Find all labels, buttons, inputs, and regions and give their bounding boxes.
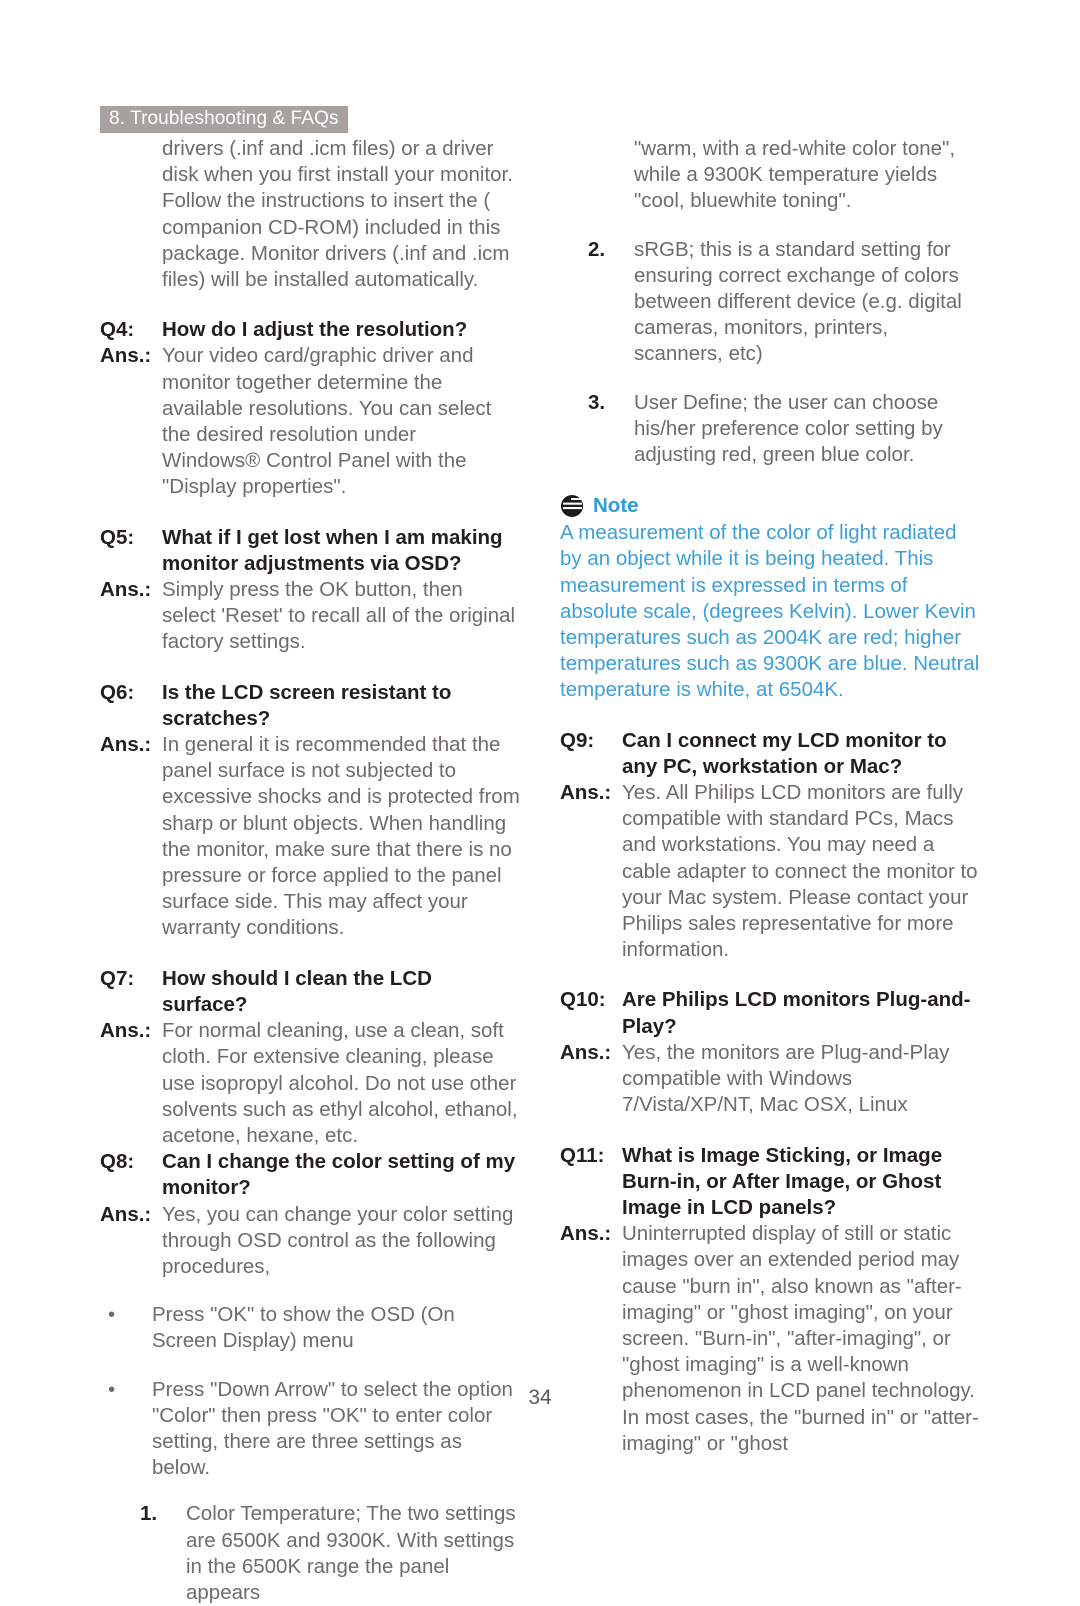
numbered-item-text: Color Temperature; The two settings are …: [186, 1502, 516, 1604]
note-icon: [560, 494, 584, 518]
faq-answer-row: Ans.: For normal cleaning, use a clean, …: [100, 1018, 520, 1149]
faq-question-row: Q9: Can I connect my LCD monitor to any …: [560, 728, 980, 780]
faq-question-row: Q5: What if I get lost when I am making …: [100, 525, 520, 577]
answer-text: Yes, the monitors are Plug-and-Play comp…: [622, 1040, 950, 1117]
faq-question-row: Q8: Can I change the color setting of my…: [100, 1149, 520, 1201]
question-label: Q7:: [100, 966, 135, 990]
intro-continuation-paragraph: drivers (.inf and .icm files) or a drive…: [162, 137, 513, 292]
number-marker: 1.: [140, 1502, 158, 1526]
answer-text: Yes, you can change your color setting t…: [162, 1202, 514, 1278]
note-title: Note: [593, 494, 639, 518]
question-label: Q9:: [560, 728, 595, 752]
question-text: Can I connect my LCD monitor to any PC, …: [622, 728, 947, 778]
numbered-list-item: 1. Color Temperature; The two settings a…: [140, 1501, 520, 1606]
answer-label: Ans.:: [100, 344, 152, 368]
faq-answer-row: Ans.: Simply press the OK button, then s…: [100, 577, 520, 656]
answer-label: Ans.:: [100, 733, 152, 757]
answer-label: Ans.:: [100, 1202, 152, 1226]
faq-answer-row: Ans.: Yes, the monitors are Plug-and-Pla…: [560, 1040, 980, 1119]
document-page: 8. Troubleshooting & FAQs drivers (.inf …: [0, 0, 1080, 1604]
question-text: Are Philips LCD monitors Plug-and-Play?: [622, 988, 971, 1038]
section-header-banner: 8. Troubleshooting & FAQs: [100, 106, 348, 133]
faq-answer-row: Ans.: Uninterrupted display of still or …: [560, 1221, 980, 1457]
question-text: How should I clean the LCD surface?: [162, 966, 432, 1016]
answer-label: Ans.:: [100, 1019, 152, 1043]
faq-question-row: Q7: How should I clean the LCD surface?: [100, 966, 520, 1018]
answer-label: Ans.:: [560, 1222, 612, 1246]
question-label: Q5:: [100, 525, 135, 549]
faq-question-row: Q10: Are Philips LCD monitors Plug-and-P…: [560, 987, 980, 1039]
question-text: How do I adjust the resolution?: [162, 318, 468, 342]
answer-label: Ans.:: [560, 781, 612, 805]
faq-question-row: Q11: What is Image Sticking, or Image Bu…: [560, 1143, 980, 1222]
note-callout: Note A measurement of the color of light…: [560, 494, 980, 703]
number-marker: 3.: [588, 390, 606, 414]
question-text: Can I change the color setting of my mon…: [162, 1150, 516, 1200]
answer-text: For normal cleaning, use a clean, soft c…: [162, 1019, 518, 1147]
question-text: Is the LCD screen resistant to scratches…: [162, 680, 452, 730]
faq-answer-row: Ans.: Your video card/graphic driver and…: [100, 343, 520, 500]
answer-text: Simply press the OK button, then select …: [162, 578, 516, 654]
answer-label: Ans.:: [100, 578, 152, 602]
question-label: Q6:: [100, 680, 135, 704]
page-number: 34: [528, 1386, 552, 1409]
faq-question-row: Q6: Is the LCD screen resistant to scrat…: [100, 680, 520, 732]
faq-answer-row: Ans.: In general it is recommended that …: [100, 732, 520, 942]
right-column: "warm, with a red-white color tone", whi…: [560, 136, 980, 1457]
answer-text: Uninterrupted display of still or static…: [622, 1222, 979, 1455]
question-label: Q4:: [100, 318, 135, 342]
question-text: What if I get lost when I am making moni…: [162, 525, 503, 575]
numbered-list-item: 2. sRGB; this is a standard setting for …: [588, 237, 980, 368]
answer-text: Yes. All Philips LCD monitors are fully …: [622, 781, 978, 962]
list-item: • Press "OK" to show the OSD (On Screen …: [100, 1302, 520, 1354]
answer-text: Your video card/graphic driver and monit…: [162, 344, 492, 499]
numbered-item-text: User Define; the user can choose his/her…: [634, 390, 943, 467]
faq-answer-row: Ans.: Yes, you can change your color set…: [100, 1202, 520, 1281]
numbered-list-item: 3. User Define; the user can choose his/…: [588, 390, 980, 469]
question-label: Q8:: [100, 1150, 135, 1174]
item-one-continuation-paragraph: "warm, with a red-white color tone", whi…: [634, 137, 956, 213]
numbered-item-text: sRGB; this is a standard setting for ens…: [634, 237, 962, 366]
faq-answer-row: Ans.: Yes. All Philips LCD monitors are …: [560, 780, 980, 963]
question-text: What is Image Sticking, or Image Burn-in…: [622, 1143, 943, 1219]
number-marker: 2.: [588, 237, 606, 261]
faq-question-row: Q4: How do I adjust the resolution?: [100, 317, 520, 343]
note-body-text: A measurement of the color of light radi…: [560, 521, 980, 702]
question-label: Q10:: [560, 988, 606, 1012]
bullet-text: Press "OK" to show the OSD (On Screen Di…: [152, 1303, 455, 1353]
answer-text: In general it is recommended that the pa…: [162, 733, 520, 940]
question-label: Q11:: [560, 1143, 605, 1167]
bullet-marker: •: [108, 1303, 116, 1327]
answer-label: Ans.:: [560, 1040, 612, 1064]
note-header: Note: [560, 494, 980, 518]
